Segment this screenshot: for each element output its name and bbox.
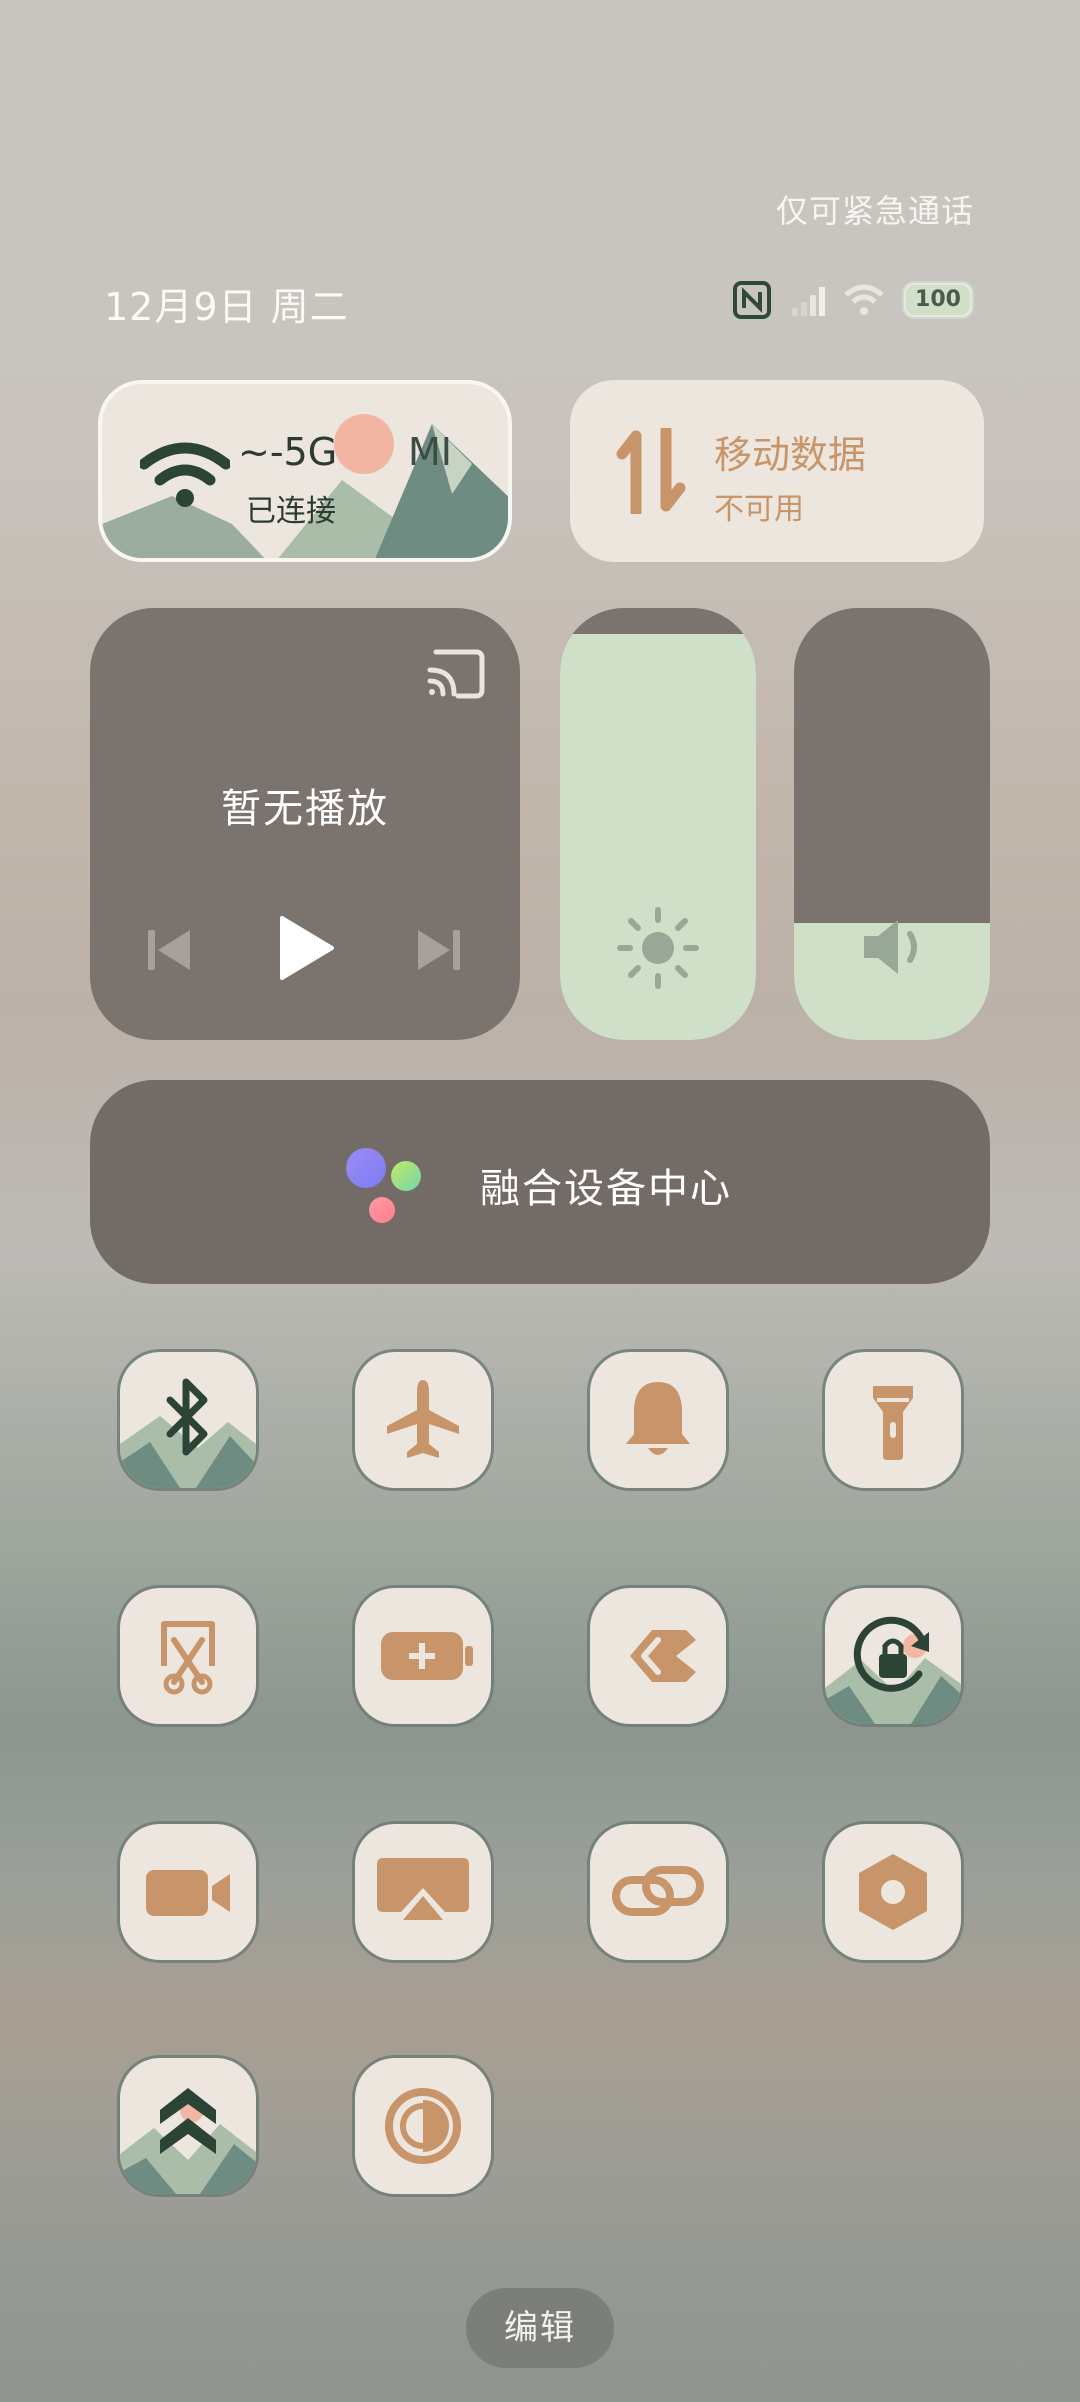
wifi-icon <box>140 442 230 507</box>
device-center-icon <box>346 1148 421 1223</box>
rotation-lock-toggle[interactable] <box>825 1588 961 1724</box>
chevrons-up-icon <box>160 2088 216 2154</box>
date-text: 12月9日 周二 <box>104 285 349 329</box>
link-toggle[interactable] <box>590 1824 726 1960</box>
edit-button[interactable]: 编辑 <box>466 2288 614 2368</box>
scissors-screenshot-icon <box>161 1621 215 1695</box>
emergency-calls-only-text: 仅可紧急通话 <box>775 192 974 230</box>
dark-mode-toggle[interactable] <box>355 2058 491 2194</box>
hexagon-settings-icon <box>859 1854 927 1930</box>
wifi-name: ~-5G <box>238 430 338 474</box>
battery-level: 100 <box>915 287 961 312</box>
screencast-toggle[interactable] <box>355 1824 491 1960</box>
volume-icon <box>864 920 917 974</box>
screencast-icon <box>377 1858 469 1920</box>
brightness-icon <box>617 907 699 989</box>
wifi-name-suffix: MI <box>408 430 452 474</box>
next-track-icon[interactable] <box>416 926 462 974</box>
status-icons: 100 <box>732 276 974 324</box>
airplane-icon <box>387 1380 459 1458</box>
video-camera-icon <box>146 1870 230 1916</box>
mobile-data-icon <box>616 428 686 514</box>
media-status-text: 暂无播放 <box>221 786 389 832</box>
media-player-card[interactable]: 暂无播放 <box>90 608 520 1040</box>
bluetooth-icon <box>166 1378 208 1456</box>
bell-icon <box>626 1382 690 1455</box>
settings-toggle[interactable] <box>825 1824 961 1960</box>
performance-mode-toggle[interactable] <box>120 2058 256 2194</box>
nearby-share-toggle[interactable] <box>590 1588 726 1724</box>
wifi-tile[interactable]: ~-5G MI 已连接 <box>98 380 512 562</box>
screenshot-toggle[interactable] <box>120 1588 256 1724</box>
previous-track-icon[interactable] <box>146 926 192 974</box>
bluetooth-toggle[interactable] <box>120 1352 256 1488</box>
brightness-slider[interactable] <box>560 608 756 1040</box>
ring-mode-toggle[interactable] <box>590 1352 726 1488</box>
cast-icon[interactable] <box>426 648 486 700</box>
wifi-status-icon <box>844 284 884 315</box>
device-center-label: 融合设备中心 <box>480 1166 732 1212</box>
flashlight-icon <box>873 1386 913 1460</box>
screen-record-toggle[interactable] <box>120 1824 256 1960</box>
battery-icon: 100 <box>902 281 974 319</box>
device-center-card[interactable]: 融合设备中心 <box>90 1080 990 1284</box>
rotation-lock-icon <box>853 1616 929 1692</box>
signal-icon <box>792 287 825 316</box>
battery-saver-toggle[interactable] <box>355 1588 491 1724</box>
mobile-data-status: 不可用 <box>714 492 804 527</box>
link-icon <box>612 1866 704 1916</box>
flashlight-toggle[interactable] <box>825 1352 961 1488</box>
play-icon[interactable] <box>278 914 336 982</box>
mobile-data-title: 移动数据 <box>714 433 867 477</box>
wifi-status: 已连接 <box>246 494 336 529</box>
battery-saver-icon <box>381 1632 473 1680</box>
contrast-icon <box>385 2088 461 2164</box>
airplane-mode-toggle[interactable] <box>355 1352 491 1488</box>
share-diamond-icon <box>630 1630 696 1682</box>
volume-slider[interactable] <box>794 608 990 1040</box>
nfc-icon <box>733 281 771 319</box>
mobile-data-tile[interactable]: 移动数据 不可用 <box>570 380 984 562</box>
